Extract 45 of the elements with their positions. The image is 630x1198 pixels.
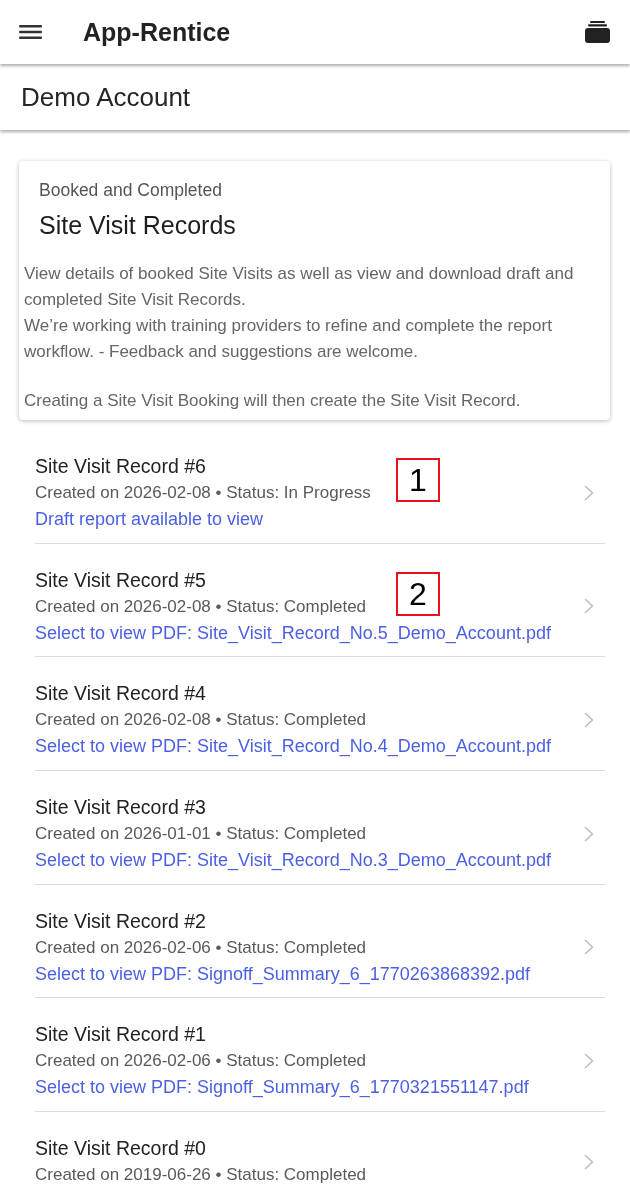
record-details: Created on 2026-01-01 • Status: Completed [35, 823, 367, 846]
chevron-right-icon [584, 939, 594, 956]
record-details: Created on 2026-02-06 • Status: Completed [35, 936, 367, 959]
chevron-right-icon [584, 711, 594, 728]
record-title: Site Visit Record #4 [35, 681, 206, 707]
report-link[interactable]: Select to view PDF: Site_Visit_Record_No.4_Demo_Account.pdf [35, 734, 551, 760]
description-text: We’re working with training providers to refine and complete the report workflow. - Feedback and suggestions are welcome. [24, 315, 553, 363]
app-title: App-Rentice [83, 17, 232, 47]
account-name: Demo Account [21, 82, 191, 112]
record-details: Created on 2026-02-08 • Status: In Progress [35, 482, 371, 504]
record-list-item[interactable]: Site Visit Record #6 Created on 2026-02-08 • Status: In Progress Draft report available to view 1 [35, 430, 605, 544]
chevron-right-icon [584, 825, 594, 842]
number-label: 1 [396, 458, 440, 502]
record-title: Site Visit Record #3 [35, 795, 206, 821]
record-list-item[interactable]: Site Visit Record #1 Created on 2026-02-06 • Status: Completed Select to view PDF: Signoff_Summary_6_1770321551147.pdf [35, 998, 605, 1113]
card-subtitle: Booked and Completed [38, 179, 223, 201]
record-title: Site Visit Record #1 [35, 1022, 206, 1048]
report-link[interactable]: Draft report available to view [35, 507, 264, 532]
report-link[interactable]: Select to view PDF: Signoff_Summary_6_1770263868392.pdf [35, 961, 530, 987]
record-details: Created on 2019-06-26 • Status: Completed [35, 1164, 367, 1187]
record-title: Site Visit Record #2 [35, 908, 206, 934]
record-details: Created on 2026-02-08 • Status: Completed [35, 595, 367, 618]
record-details: Created on 2026-02-08 • Status: Completed [35, 709, 367, 732]
report-link[interactable]: Select to view PDF: Site_Visit_Record_No.3_Demo_Account.pdf [35, 848, 551, 874]
record-title: Site Visit Record #0 [35, 1136, 206, 1162]
chevron-right-icon [584, 1154, 594, 1171]
card-title: Site Visit Records [38, 210, 237, 240]
record-list-item[interactable]: Site Visit Record #5 Created on 2026-02-08 • Status: Completed Select to view PDF: Site_Visit_Record_No.5_Demo_Account.pdf 2 [35, 543, 605, 658]
record-title: Site Visit Record #6 [35, 454, 206, 479]
description-text: View details of booked Site Visits as well as view and download draft and completed Site Visit Records. [24, 263, 575, 311]
record-list-item[interactable]: Site Visit Record #0 Created on 2019-06-26 • Status: Completed [35, 1112, 605, 1198]
record-title: Site Visit Record #5 [35, 567, 206, 593]
chevron-right-icon [584, 484, 594, 501]
report-link[interactable]: Select to view PDF: Signoff_Summary_6_1770321551147.pdf [35, 1075, 529, 1101]
stack-icon[interactable] [585, 21, 610, 43]
chevron-right-icon [584, 1052, 594, 1069]
record-details: Created on 2026-02-06 • Status: Completed [35, 1050, 367, 1073]
record-list-item[interactable]: Site Visit Record #3 Created on 2026-01-01 • Status: Completed Select to view PDF: Site_Visit_Record_No.3_Demo_Account.pdf [35, 771, 605, 885]
menu-icon[interactable] [19, 25, 42, 39]
record-list-item[interactable]: Site Visit Record #4 Created on 2026-02-08 • Status: Completed Select to view PDF: Site_Visit_Record_No.4_Demo_Account.pdf [35, 657, 605, 772]
number-label: 2 [396, 571, 440, 616]
description-text: Creating a Site Visit Booking will then create the Site Visit Record. [24, 390, 522, 412]
record-list-item[interactable]: Site Visit Record #2 Created on 2026-02-06 • Status: Completed Select to view PDF: Signoff_Summary_6_1770263868392.pdf [35, 884, 605, 999]
chevron-right-icon [584, 598, 594, 615]
report-link[interactable]: Select to view PDF: Site_Visit_Record_No.5_Demo_Account.pdf [35, 620, 551, 646]
